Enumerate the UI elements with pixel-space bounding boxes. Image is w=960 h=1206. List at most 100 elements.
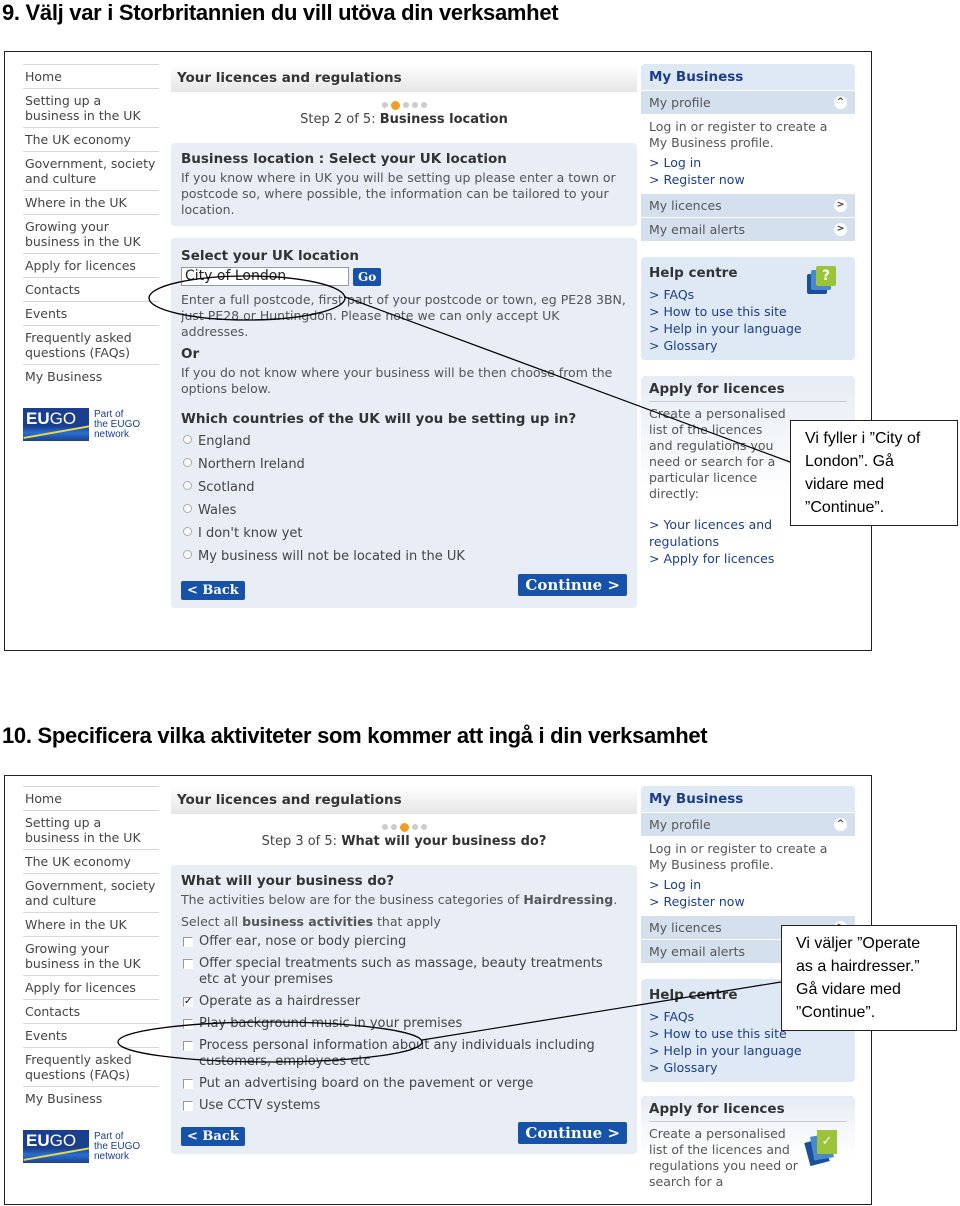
nav-apply-licences[interactable]: Apply for licences: [23, 975, 159, 999]
step-indicator: Step 3 of 5: What will your business do?: [171, 822, 637, 849]
panel-title: What will your business do?: [181, 873, 395, 889]
nav-apply-licences[interactable]: Apply for licences: [23, 253, 159, 277]
activity-label: Put an advertising board on the pavement…: [199, 1076, 534, 1091]
country-option[interactable]: Scotland: [181, 476, 627, 499]
step-dots: [171, 822, 637, 832]
radio-button[interactable]: [183, 435, 192, 444]
nav-setting-up[interactable]: Setting up a business in the UK: [23, 810, 159, 849]
step-dot: [411, 102, 418, 108]
glossary-link[interactable]: > Glossary: [649, 337, 847, 354]
how-to-use-link[interactable]: > How to use this site: [649, 303, 847, 320]
activity-option[interactable]: Put an advertising board on the pavement…: [181, 1076, 627, 1092]
country-option[interactable]: My business will not be located in the U…: [181, 545, 627, 568]
activity-option[interactable]: Offer special treatments such as massage…: [181, 956, 627, 988]
eugo-logo[interactable]: EUGO Part of the EUGO network: [23, 1130, 159, 1163]
email-alerts-row[interactable]: My email alerts>: [641, 217, 855, 241]
option-label: I don't know yet: [198, 526, 303, 541]
nav-home[interactable]: Home: [23, 786, 159, 810]
option-label: England: [198, 434, 251, 449]
nav-faqs[interactable]: Frequently asked questions (FAQs): [23, 1047, 159, 1086]
my-profile-toggle[interactable]: My profile ^: [641, 90, 855, 114]
checkbox[interactable]: ✓: [183, 997, 193, 1007]
apply-licences-title: Apply for licences: [649, 381, 847, 402]
section-header: Your licences and regulations: [171, 64, 637, 92]
checkbox[interactable]: [183, 1041, 193, 1051]
section-header: Your licences and regulations: [171, 786, 637, 814]
radio-button[interactable]: [183, 550, 192, 559]
nav-faqs[interactable]: Frequently asked questions (FAQs): [23, 325, 159, 364]
radio-button[interactable]: [183, 458, 192, 467]
screenshot-step-10: Home Setting up a business in the UK The…: [4, 775, 872, 1205]
activity-label: Offer special treatments such as massage…: [199, 956, 603, 987]
step-dot: [420, 824, 427, 830]
my-business-box: My Business My profile ^ Log in or regist…: [641, 64, 855, 241]
country-option[interactable]: England: [181, 430, 627, 453]
country-option[interactable]: Wales: [181, 499, 627, 522]
login-link[interactable]: > Log in: [649, 876, 847, 893]
nav-setting-up[interactable]: Setting up a business in the UK: [23, 88, 159, 127]
checkbox[interactable]: [183, 1019, 193, 1029]
nav-growing[interactable]: Growing your business in the UK: [23, 936, 159, 975]
nav-government[interactable]: Government, society and culture: [23, 873, 159, 912]
nav-home[interactable]: Home: [23, 64, 159, 88]
select-instruction: Select all business activities that appl…: [181, 914, 441, 929]
option-label: Scotland: [198, 480, 255, 495]
nav-uk-economy[interactable]: The UK economy: [23, 127, 159, 151]
nav-my-business[interactable]: My Business: [23, 1086, 159, 1110]
screenshot-step-9: Home Setting up a business in the UK The…: [4, 51, 872, 651]
nav-contacts[interactable]: Contacts: [23, 999, 159, 1023]
continue-button[interactable]: Continue >: [518, 1122, 627, 1144]
left-navigation: Home Setting up a business in the UK The…: [23, 786, 159, 1163]
nav-my-business[interactable]: My Business: [23, 364, 159, 388]
activity-option[interactable]: ✓ Operate as a hairdresser: [181, 994, 627, 1010]
checkbox[interactable]: [183, 1101, 193, 1111]
nav-events[interactable]: Events: [23, 301, 159, 325]
radio-button[interactable]: [183, 481, 192, 490]
step-dot: [420, 102, 427, 108]
step-dot: [402, 102, 409, 108]
go-button[interactable]: Go: [353, 267, 382, 286]
countries-question: Which countries of the UK will you be se…: [181, 411, 577, 427]
nav-events[interactable]: Events: [23, 1023, 159, 1047]
nav-where-in-uk[interactable]: Where in the UK: [23, 190, 159, 214]
nav-contacts[interactable]: Contacts: [23, 277, 159, 301]
continue-button[interactable]: Continue >: [518, 574, 627, 596]
radio-button[interactable]: [183, 527, 192, 536]
chevron-right-icon: >: [834, 199, 847, 212]
back-button[interactable]: < Back: [181, 1127, 245, 1146]
login-link[interactable]: > Log in: [649, 154, 847, 171]
help-language-link[interactable]: > Help in your language: [649, 1042, 847, 1059]
checkbox[interactable]: [183, 1079, 193, 1089]
register-link[interactable]: > Register now: [649, 893, 847, 910]
eugo-logo[interactable]: EUGO Part of the EUGO network: [23, 408, 159, 441]
step-label: Step 2 of 5:: [300, 112, 380, 127]
location-input[interactable]: City of London: [181, 267, 349, 286]
country-option[interactable]: Northern Ireland: [181, 453, 627, 476]
select-location-label: Select your UK location: [181, 248, 359, 264]
country-option[interactable]: I don't know yet: [181, 522, 627, 545]
my-profile-toggle[interactable]: My profile ^: [641, 812, 855, 836]
main-content: Your licences and regulations Step 3 of …: [171, 786, 637, 1154]
glossary-link[interactable]: > Glossary: [649, 1059, 847, 1076]
activity-option[interactable]: Offer ear, nose or body piercing: [181, 934, 627, 950]
activity-option[interactable]: Process personal information about any i…: [181, 1038, 627, 1070]
activity-option[interactable]: Use CCTV systems: [181, 1098, 627, 1114]
nav-growing[interactable]: Growing your business in the UK: [23, 214, 159, 253]
help-centre-box: Help centre ? > FAQs > How to use this s…: [641, 257, 855, 360]
your-licences-link[interactable]: > Your licences and regulations: [649, 516, 789, 550]
back-button[interactable]: < Back: [181, 581, 245, 600]
my-licences-row[interactable]: My licences>: [641, 193, 855, 217]
help-language-link[interactable]: > Help in your language: [649, 320, 847, 337]
apply-licences-link[interactable]: > Apply for licences: [649, 550, 847, 567]
checkbox[interactable]: [183, 937, 193, 947]
activity-option[interactable]: Play background music in your premises: [181, 1016, 627, 1032]
nav-uk-economy[interactable]: The UK economy: [23, 849, 159, 873]
or-label: Or: [181, 346, 200, 362]
checkbox[interactable]: [183, 959, 193, 969]
register-link[interactable]: > Register now: [649, 171, 847, 188]
radio-button[interactable]: [183, 504, 192, 513]
nav-government[interactable]: Government, society and culture: [23, 151, 159, 190]
nav-where-in-uk[interactable]: Where in the UK: [23, 912, 159, 936]
checklist-icon: ✓: [804, 1130, 837, 1167]
profile-text: Log in or register to create a My Busine…: [649, 841, 828, 872]
